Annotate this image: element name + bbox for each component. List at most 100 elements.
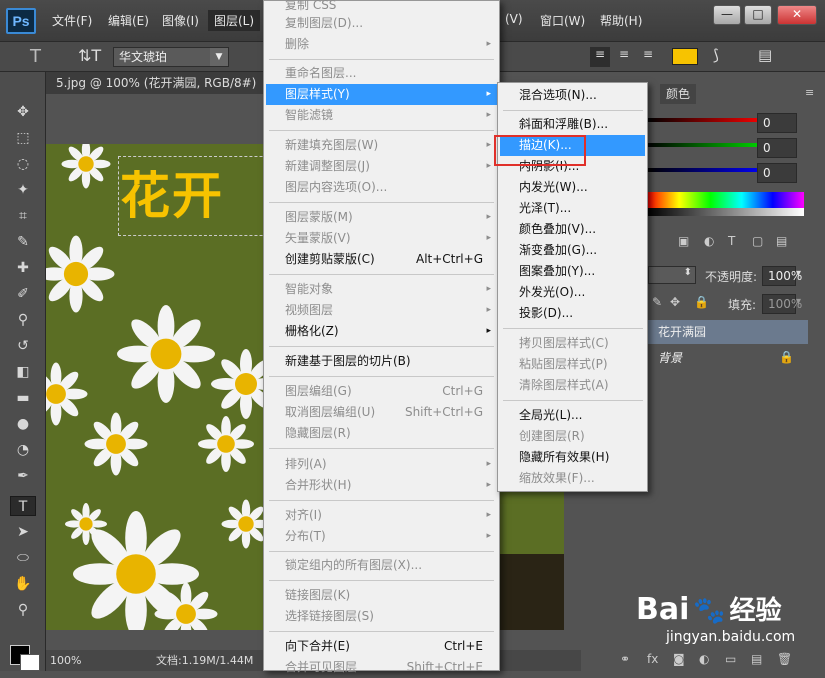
type-tool-icon[interactable]: T [10,496,36,516]
submenu-blending-options[interactable]: 混合选项(N)... [500,85,645,106]
menu-create-clipping-mask[interactable]: 创建剪贴蒙版(C) Alt+Ctrl+G [266,249,497,270]
zoom-level[interactable]: 100% [50,650,81,671]
menu-merge-visible[interactable]: 合并可见图层 Shift+Ctrl+E [266,657,497,678]
chevron-down-icon[interactable]: ▼ [210,48,228,66]
hand-tool-icon[interactable]: ✋ [10,574,36,594]
zoom-tool-icon[interactable]: ⚲ [10,600,36,620]
submenu-copy-style[interactable]: 拷贝图层样式(C) [500,333,645,354]
type-filter-icon[interactable]: T [728,234,735,248]
text-tool-icon[interactable]: T [30,46,41,67]
menu-layer-content-options[interactable]: 图层内容选项(O)... [266,177,497,198]
green-value[interactable]: 0 [757,138,797,158]
align-left-icon[interactable]: ≡ [590,47,610,67]
menu-arrange[interactable]: 排列(A) ▸ [266,454,497,475]
dodge-tool-icon[interactable]: ◔ [10,440,36,460]
brush-tool-icon[interactable]: ✐ [10,284,36,304]
menu-group-layers[interactable]: 图层编组(G) Ctrl+G [266,381,497,402]
magic-wand-icon[interactable]: ✦ [10,180,36,200]
panels-icon[interactable]: ▤ [758,46,772,64]
menu-view[interactable]: (V) [505,12,523,26]
new-group-icon[interactable]: ▭ [725,652,736,666]
eraser-tool-icon[interactable]: ◧ [10,362,36,382]
submenu-pattern-overlay[interactable]: 图案叠加(Y)... [500,261,645,282]
gray-spectrum[interactable] [648,208,804,216]
fx-icon[interactable]: fx [647,652,658,666]
eyedropper-icon[interactable]: ✎ [10,232,36,252]
menu-new-fill-layer[interactable]: 新建填充图层(W) ▸ [266,135,497,156]
path-selection-icon[interactable]: ➤ [10,522,36,542]
menu-ungroup-layers[interactable]: 取消图层编组(U) Shift+Ctrl+G [266,402,497,423]
history-brush-icon[interactable]: ↺ [10,336,36,356]
menu-duplicate-layer[interactable]: 复制图层(D)... [266,13,497,34]
color-spectrum[interactable] [648,192,804,208]
fill-value[interactable]: 100% [762,294,802,314]
close-button[interactable]: ✕ [777,5,817,25]
marquee-tool-icon[interactable]: ⬚ [10,128,36,148]
menu-smart-filter[interactable]: 智能滤镜 ▸ [266,105,497,126]
move-tool-icon[interactable]: ✥ [10,102,36,122]
menu-distribute[interactable]: 分布(T) ▸ [266,526,497,547]
menu-help[interactable]: 帮助(H) [600,12,642,29]
minimize-button[interactable]: — [713,5,741,25]
add-mask-icon[interactable]: ◙ [673,652,685,666]
trash-icon[interactable]: 🗑 [777,652,792,666]
red-value[interactable]: 0 [757,113,797,133]
stamp-tool-icon[interactable]: ⚲ [10,310,36,330]
submenu-clear-style[interactable]: 清除图层样式(A) [500,375,645,396]
adjustment-layer-icon[interactable]: ◐ [699,652,709,666]
submenu-inner-glow[interactable]: 内发光(W)... [500,177,645,198]
menu-delete[interactable]: 删除 ▸ [266,34,497,55]
submenu-hide-all-effects[interactable]: 隐藏所有效果(H) [500,447,645,468]
lasso-tool-icon[interactable]: ◌ [10,154,36,174]
blur-tool-icon[interactable]: ● [10,414,36,434]
green-slider[interactable] [648,143,758,147]
lock-all-icon[interactable]: 🔒 [694,295,709,309]
blue-value[interactable]: 0 [757,163,797,183]
adjustment-filter-icon[interactable]: ◐ [704,234,714,248]
ellipse-tool-icon[interactable]: ⬭ [10,548,36,568]
fill-dropdown-icon[interactable]: ▾ [796,296,801,307]
shape-filter-icon[interactable]: ▢ [752,234,763,248]
submenu-global-light[interactable]: 全局光(L)... [500,405,645,426]
text-orientation-icon[interactable]: ⇅T [78,46,101,65]
crop-tool-icon[interactable]: ⌗ [10,206,36,226]
submenu-bevel-emboss[interactable]: 斜面和浮雕(B)... [500,114,645,135]
blue-slider[interactable] [648,168,758,172]
menu-video-layer[interactable]: 视频图层 ▸ [266,300,497,321]
menu-new-adjustment-layer[interactable]: 新建调整图层(J) ▸ [266,156,497,177]
opacity-dropdown-icon[interactable]: ▾ [796,268,801,279]
submenu-scale-effects[interactable]: 缩放效果(F)... [500,468,645,489]
link-icon[interactable]: ⚭ [620,652,630,666]
maximize-button[interactable]: □ [744,5,772,25]
submenu-outer-glow[interactable]: 外发光(O)... [500,282,645,303]
menu-new-layer-slice[interactable]: 新建基于图层的切片(B) [266,351,497,372]
menu-hide-layers[interactable]: 隐藏图层(R) [266,423,497,444]
menu-layer-style[interactable]: 图层样式(Y) ▸ [266,84,497,105]
menu-lock-all-layers-in-group[interactable]: 锁定组内的所有图层(X)... [266,555,497,576]
panel-menu-icon[interactable]: ≡ [805,86,814,99]
submenu-drop-shadow[interactable]: 投影(D)... [500,303,645,324]
lock-brush-icon[interactable]: ✎ [652,295,662,309]
menu-window[interactable]: 窗口(W) [540,12,585,29]
submenu-satin[interactable]: 光泽(T)... [500,198,645,219]
gradient-tool-icon[interactable]: ▬ [10,388,36,408]
menu-merge-down[interactable]: 向下合并(E) Ctrl+E [266,636,497,657]
menu-link-layers[interactable]: 链接图层(K) [266,585,497,606]
opacity-value[interactable]: 100% [762,266,802,286]
canvas-text-layer[interactable]: 花开 [120,156,224,228]
submenu-gradient-overlay[interactable]: 渐变叠加(G)... [500,240,645,261]
menu-image[interactable]: 图像(I) [162,12,199,29]
menu-smart-object[interactable]: 智能对象 ▸ [266,279,497,300]
new-layer-icon[interactable]: ▤ [751,652,762,666]
text-color-swatch[interactable] [672,48,698,65]
menu-file[interactable]: 文件(F) [52,12,92,29]
menu-vector-mask[interactable]: 矢量蒙版(V) ▸ [266,228,497,249]
pen-tool-icon[interactable]: ✒ [10,466,36,486]
menu-align[interactable]: 对齐(I) ▸ [266,505,497,526]
menu-rasterize[interactable]: 栅格化(Z) ▸ [266,321,497,342]
image-filter-icon[interactable]: ▣ [678,234,689,248]
healing-brush-icon[interactable]: ✚ [10,258,36,278]
background-color-swatch[interactable] [20,654,40,671]
menu-layer[interactable]: 图层(L) [208,10,261,31]
menu-combine-shapes[interactable]: 合并形状(H) ▸ [266,475,497,496]
